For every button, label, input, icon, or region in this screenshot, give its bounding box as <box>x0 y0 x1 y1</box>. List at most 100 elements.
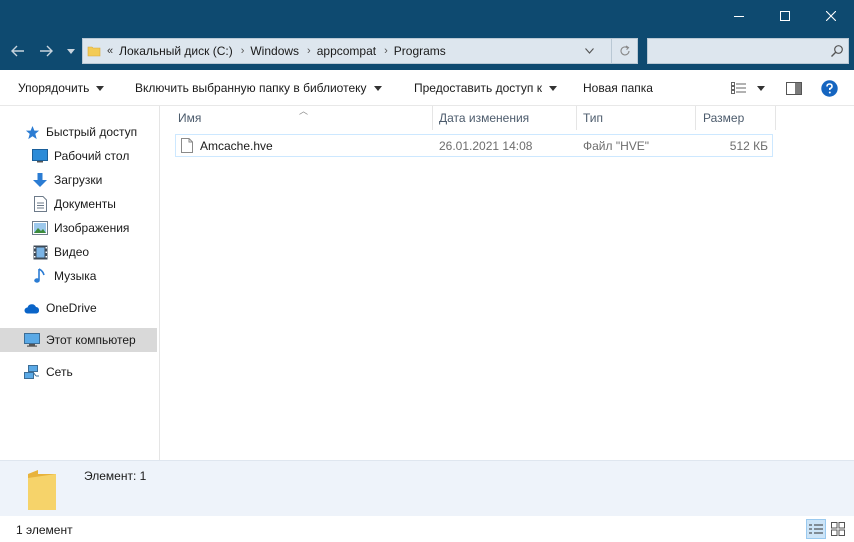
column-header-date-label: Дата изменения <box>439 111 530 125</box>
navigation-pane: Быстрый доступ Рабочий стол Загрузки Док… <box>0 106 183 460</box>
minimize-button[interactable] <box>716 0 762 32</box>
nav-onedrive[interactable]: OneDrive <box>24 296 97 320</box>
close-button[interactable] <box>808 0 854 32</box>
maximize-button[interactable] <box>762 0 808 32</box>
back-button[interactable] <box>8 41 28 61</box>
file-list: ︿ Имя Дата изменения Тип Размер Amcache.… <box>161 106 854 460</box>
file-icon <box>181 138 193 153</box>
address-more[interactable]: « <box>107 45 113 57</box>
arrow-right-icon <box>40 45 53 57</box>
column-divider[interactable] <box>432 106 433 130</box>
search-input[interactable] <box>647 38 849 64</box>
pictures-icon <box>32 220 48 236</box>
address-row: « Локальный диск (C:) › Windows › appcom… <box>0 32 854 70</box>
command-bar: Упорядочить Включить выбранную папку в б… <box>0 70 854 106</box>
close-icon <box>826 11 836 21</box>
nav-music[interactable]: Музыка <box>32 264 96 288</box>
column-divider[interactable] <box>775 106 776 130</box>
refresh-icon <box>620 45 630 56</box>
address-bar[interactable]: « Локальный диск (C:) › Windows › appcom… <box>82 38 638 64</box>
column-header-size-label: Размер <box>703 111 745 125</box>
nav-documents-label: Документы <box>54 197 116 211</box>
chevron-down-icon <box>373 85 382 91</box>
organize-button[interactable]: Упорядочить <box>18 70 105 106</box>
status-bar: 1 элемент <box>0 516 854 542</box>
download-icon <box>32 172 48 188</box>
file-type: Файл "HVE" <box>583 138 650 153</box>
change-view-button[interactable] <box>731 70 765 106</box>
large-icons-view-icon <box>831 522 845 536</box>
new-folder-button[interactable]: Новая папка <box>583 70 653 106</box>
preview-pane-button[interactable] <box>786 70 802 106</box>
details-view-button[interactable] <box>806 519 826 539</box>
column-header-type[interactable]: Тип <box>583 106 603 130</box>
nav-this-pc-label: Этот компьютер <box>46 333 136 347</box>
nav-desktop-label: Рабочий стол <box>54 149 130 163</box>
status-item-count: 1 элемент <box>16 523 73 537</box>
cloud-icon <box>24 300 40 316</box>
nav-this-pc[interactable]: Этот компьютер <box>0 328 157 352</box>
folder-icon <box>87 46 101 57</box>
document-icon <box>32 196 48 212</box>
forward-button[interactable] <box>36 41 56 61</box>
nav-videos-label: Видео <box>54 245 90 259</box>
column-header-date[interactable]: Дата изменения <box>439 106 529 130</box>
breadcrumb-local-disk[interactable]: Локальный диск (C:) <box>119 44 233 58</box>
nav-downloads[interactable]: Загрузки <box>32 168 183 192</box>
nav-documents[interactable]: Документы <box>32 192 183 216</box>
new-folder-label: Новая папка <box>583 81 653 95</box>
share-button[interactable]: Предоставить доступ к <box>414 70 557 106</box>
breadcrumb-separator[interactable]: › <box>241 45 245 57</box>
view-list-icon <box>731 82 746 94</box>
search-icon <box>831 45 843 57</box>
address-dropdown[interactable] <box>577 39 601 63</box>
file-name[interactable]: Amcache.hve <box>200 135 273 156</box>
include-in-library-button[interactable]: Включить выбранную папку в библиотеку <box>135 70 382 106</box>
help-icon <box>821 79 838 97</box>
file-row[interactable]: Amcache.hve 26.01.2021 14:08 Файл "HVE" … <box>175 134 773 157</box>
nav-quick-access-label: Быстрый доступ <box>46 125 138 139</box>
column-header-name[interactable]: Имя <box>178 106 201 130</box>
chevron-down-icon <box>584 48 594 54</box>
recent-locations-button[interactable] <box>64 41 78 61</box>
breadcrumb-programs[interactable]: Programs <box>394 44 446 58</box>
column-divider[interactable] <box>576 106 577 130</box>
column-divider[interactable] <box>695 106 696 130</box>
help-button[interactable] <box>821 70 838 106</box>
nav-network-label: Сеть <box>46 365 73 379</box>
breadcrumb-windows[interactable]: Windows <box>250 44 299 58</box>
breadcrumb-separator[interactable]: › <box>384 45 388 57</box>
nav-network[interactable]: Сеть <box>24 360 73 384</box>
nav-quick-access[interactable]: Быстрый доступ <box>24 120 137 144</box>
refresh-button[interactable] <box>611 39 637 63</box>
file-date: 26.01.2021 14:08 <box>439 138 533 153</box>
computer-icon <box>24 332 40 348</box>
folder-icon <box>28 470 56 510</box>
column-header-name-label: Имя <box>178 111 202 125</box>
network-icon <box>24 364 40 380</box>
include-in-library-label: Включить выбранную папку в библиотеку <box>135 81 367 95</box>
video-icon <box>32 244 48 260</box>
music-icon <box>32 268 48 284</box>
desktop-icon <box>32 148 48 164</box>
details-view-icon <box>809 524 823 534</box>
nav-videos[interactable]: Видео <box>32 240 89 264</box>
details-item-count: Элемент: 1 <box>84 469 147 483</box>
chevron-down-icon <box>67 48 75 54</box>
nav-pictures[interactable]: Изображения <box>32 216 183 240</box>
chevron-down-icon <box>96 85 105 91</box>
large-icons-view-button[interactable] <box>828 519 848 539</box>
star-icon <box>24 124 40 140</box>
arrow-left-icon <box>11 45 24 57</box>
breadcrumb-separator[interactable]: › <box>307 45 311 57</box>
nav-onedrive-label: OneDrive <box>46 301 97 315</box>
nav-desktop[interactable]: Рабочий стол <box>32 144 183 168</box>
file-size: 512 КБ <box>729 138 768 153</box>
nav-music-label: Музыка <box>54 269 97 283</box>
share-label: Предоставить доступ к <box>414 81 542 95</box>
details-pane: Элемент: 1 <box>0 460 854 516</box>
chevron-down-icon <box>548 85 557 91</box>
column-header-type-label: Тип <box>583 111 604 125</box>
breadcrumb-appcompat[interactable]: appcompat <box>317 44 376 58</box>
column-header-size[interactable]: Размер <box>703 106 744 130</box>
